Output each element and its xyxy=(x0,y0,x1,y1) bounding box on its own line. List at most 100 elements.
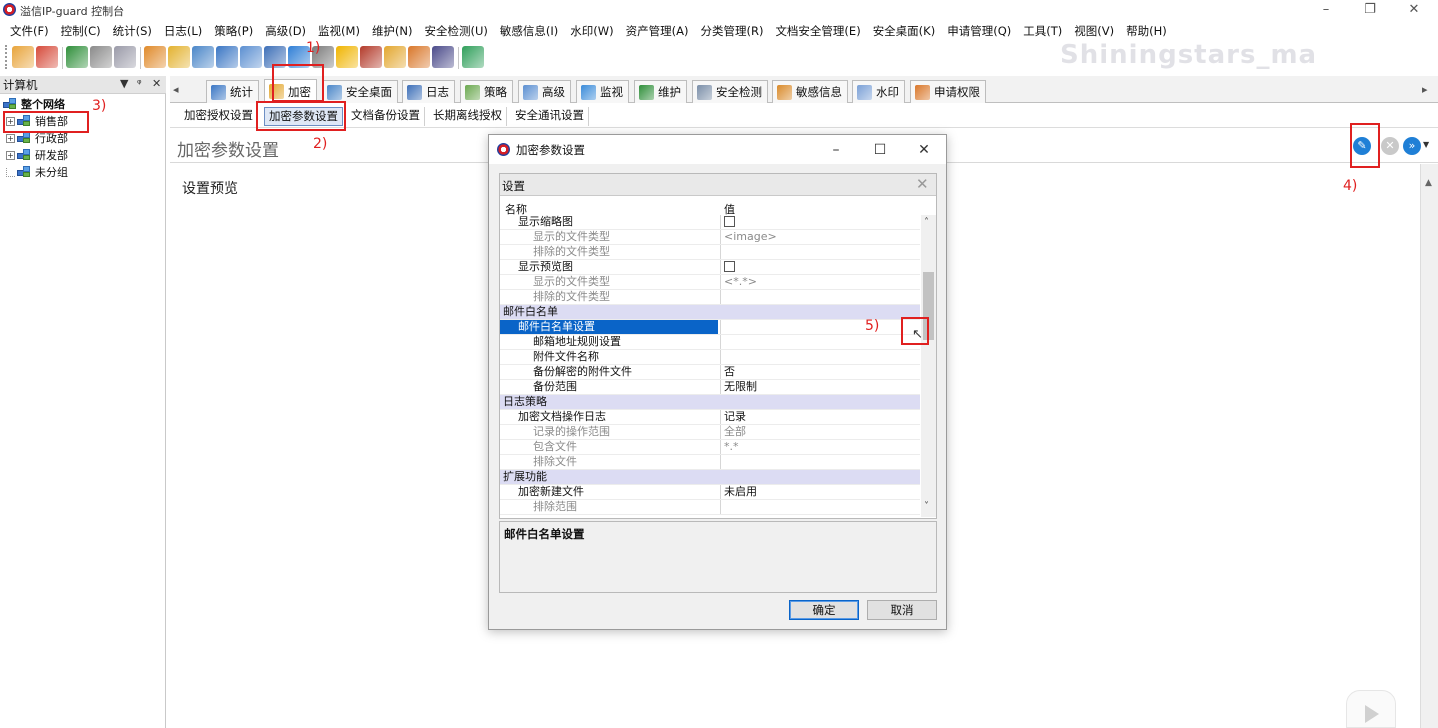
menu-item-10[interactable]: 水印(W) xyxy=(564,21,619,41)
lock-icon[interactable] xyxy=(384,46,406,68)
panel-close-icon[interactable]: ✕ xyxy=(152,77,161,90)
scroll-up-icon[interactable]: ▲ xyxy=(1425,178,1432,188)
computer-group-icon[interactable] xyxy=(192,46,214,68)
menu-item-5[interactable]: 高级(D) xyxy=(259,21,312,41)
book-icon[interactable] xyxy=(360,46,382,68)
toolbar-grip[interactable] xyxy=(5,45,8,69)
property-value[interactable]: 未启用 xyxy=(720,485,920,499)
property-value[interactable] xyxy=(720,455,920,469)
property-value[interactable] xyxy=(720,500,920,514)
menu-item-17[interactable]: 视图(V) xyxy=(1068,21,1120,41)
tab-security-check[interactable]: 安全检测 xyxy=(692,80,768,103)
grid-property-row[interactable]: 加密文档操作日志 记录 xyxy=(500,410,920,425)
menu-item-0[interactable]: 文件(F) xyxy=(4,21,55,41)
grid-property-row[interactable]: 显示的文件类型 <image> xyxy=(500,230,920,245)
tree-item-4[interactable]: 未分组 xyxy=(6,164,68,180)
menu-item-6[interactable]: 监视(M) xyxy=(312,21,366,41)
monitor-icon[interactable] xyxy=(216,46,238,68)
close-button[interactable]: ✕ xyxy=(1394,1,1434,19)
grid-close-icon[interactable]: ✕ xyxy=(916,175,929,193)
property-value[interactable] xyxy=(720,215,920,229)
grid-category-row[interactable]: 日志策略 xyxy=(500,395,920,410)
grid-property-row[interactable]: 显示缩略图 xyxy=(500,215,920,230)
grid-scrollbar[interactable]: ˄ ˅ xyxy=(921,215,936,517)
menu-item-7[interactable]: 维护(N) xyxy=(366,21,419,41)
grid-property-row[interactable]: 加密新建文件 未启用 xyxy=(500,485,920,500)
more-settings-button[interactable]: » xyxy=(1403,137,1421,155)
minimize-button[interactable]: – xyxy=(1306,1,1346,19)
warning-icon[interactable] xyxy=(336,46,358,68)
scroll-down-icon[interactable]: ˅ xyxy=(924,501,929,512)
scroll-up-icon[interactable]: ˄ xyxy=(924,217,929,228)
tab-chart[interactable]: 统计 xyxy=(206,80,259,103)
menu-item-3[interactable]: 日志(L) xyxy=(158,21,208,41)
new-icon[interactable] xyxy=(12,46,34,68)
grid-property-row[interactable]: 排除的文件类型 xyxy=(500,290,920,305)
import-icon[interactable] xyxy=(66,46,88,68)
grid-property-row[interactable]: 记录的操作范围 全部 xyxy=(500,425,920,440)
menu-item-18[interactable]: 帮助(H) xyxy=(1120,21,1173,41)
property-value[interactable]: <*.*> xyxy=(720,275,920,289)
globe-icon[interactable] xyxy=(144,46,166,68)
tab-sensitive[interactable]: 敏感信息 xyxy=(772,80,848,103)
menu-item-4[interactable]: 策略(P) xyxy=(208,21,259,41)
tab-policy[interactable]: 策略 xyxy=(460,80,513,103)
dialog-maximize-button[interactable]: ☐ xyxy=(858,139,902,161)
delete-icon[interactable] xyxy=(36,46,58,68)
cancel-button[interactable]: 取消 xyxy=(867,600,937,620)
ok-button[interactable]: 确定 xyxy=(789,600,859,620)
grid-property-row[interactable]: 显示的文件类型 <*.*> xyxy=(500,275,920,290)
panel-dropdown-icon[interactable]: ▼ xyxy=(120,77,128,90)
menu-item-15[interactable]: 申请管理(Q) xyxy=(941,21,1017,41)
tab-watermark[interactable]: 水印 xyxy=(852,80,905,103)
checkbox[interactable] xyxy=(724,216,735,227)
grid-property-row[interactable]: 备份范围 无限制 xyxy=(500,380,920,395)
dialog-minimize-button[interactable]: – xyxy=(814,139,858,161)
property-value[interactable]: 记录 xyxy=(720,410,920,424)
dialog-close-button[interactable]: ✕ xyxy=(902,139,946,161)
grid-property-row[interactable]: 邮箱地址规则设置 xyxy=(500,335,920,350)
subtab-3[interactable]: 长期离线授权 xyxy=(429,107,507,126)
tab-monitor[interactable]: 监视 xyxy=(576,80,629,103)
refresh-icon[interactable] xyxy=(462,46,484,68)
edit-icon[interactable] xyxy=(408,46,430,68)
dropdown-arrow-icon[interactable]: ▼ xyxy=(1423,140,1429,149)
property-value[interactable] xyxy=(720,320,920,334)
property-value[interactable]: 无限制 xyxy=(720,380,920,394)
property-value[interactable]: <image> xyxy=(720,230,920,244)
menu-item-9[interactable]: 敏感信息(I) xyxy=(494,21,564,41)
tab-request[interactable]: 申请权限 xyxy=(910,80,986,103)
menu-item-2[interactable]: 统计(S) xyxy=(107,21,158,41)
menu-item-1[interactable]: 控制(C) xyxy=(55,21,107,41)
tab-desktop[interactable]: 安全桌面 xyxy=(322,80,398,103)
tree-item-3[interactable]: + 研发部 xyxy=(6,147,68,163)
print-icon[interactable] xyxy=(90,46,112,68)
property-value[interactable] xyxy=(720,290,920,304)
grid-property-row[interactable]: 包含文件 *.* xyxy=(500,440,920,455)
subtab-4[interactable]: 安全通讯设置 xyxy=(511,107,589,126)
menu-item-8[interactable]: 安全检测(U) xyxy=(419,21,494,41)
menu-item-16[interactable]: 工具(T) xyxy=(1017,21,1068,41)
grid-category-row[interactable]: 邮件白名单 xyxy=(500,305,920,320)
tab-log[interactable]: 日志 xyxy=(402,80,455,103)
tree-expander-icon[interactable]: + xyxy=(6,150,15,160)
property-value[interactable]: 否 xyxy=(720,365,920,379)
tab-scroll-left-icon[interactable]: ◂ xyxy=(173,83,179,96)
print-preview-icon[interactable] xyxy=(114,46,136,68)
property-value[interactable]: 全部 xyxy=(720,425,920,439)
grid-category-row[interactable]: 扩展功能 xyxy=(500,470,920,485)
content-scrollbar[interactable]: ▲ xyxy=(1420,164,1438,728)
maximize-button[interactable]: ❐ xyxy=(1350,1,1390,19)
tree-expander-icon[interactable] xyxy=(6,167,15,177)
tab-advanced[interactable]: 高级 xyxy=(518,80,571,103)
property-value[interactable] xyxy=(720,350,920,364)
tab-scroll-right-icon[interactable]: ▸ xyxy=(1422,83,1428,96)
grid-property-row[interactable]: 排除的文件类型 xyxy=(500,245,920,260)
grid-property-row[interactable]: 附件文件名称 xyxy=(500,350,920,365)
menu-item-14[interactable]: 安全桌面(K) xyxy=(867,21,942,41)
property-value[interactable] xyxy=(720,335,920,349)
property-value[interactable]: *.* xyxy=(720,440,920,454)
menu-item-13[interactable]: 文档安全管理(E) xyxy=(769,21,866,41)
menu-item-11[interactable]: 资产管理(A) xyxy=(620,21,695,41)
tree-expander-icon[interactable]: + xyxy=(6,133,15,143)
